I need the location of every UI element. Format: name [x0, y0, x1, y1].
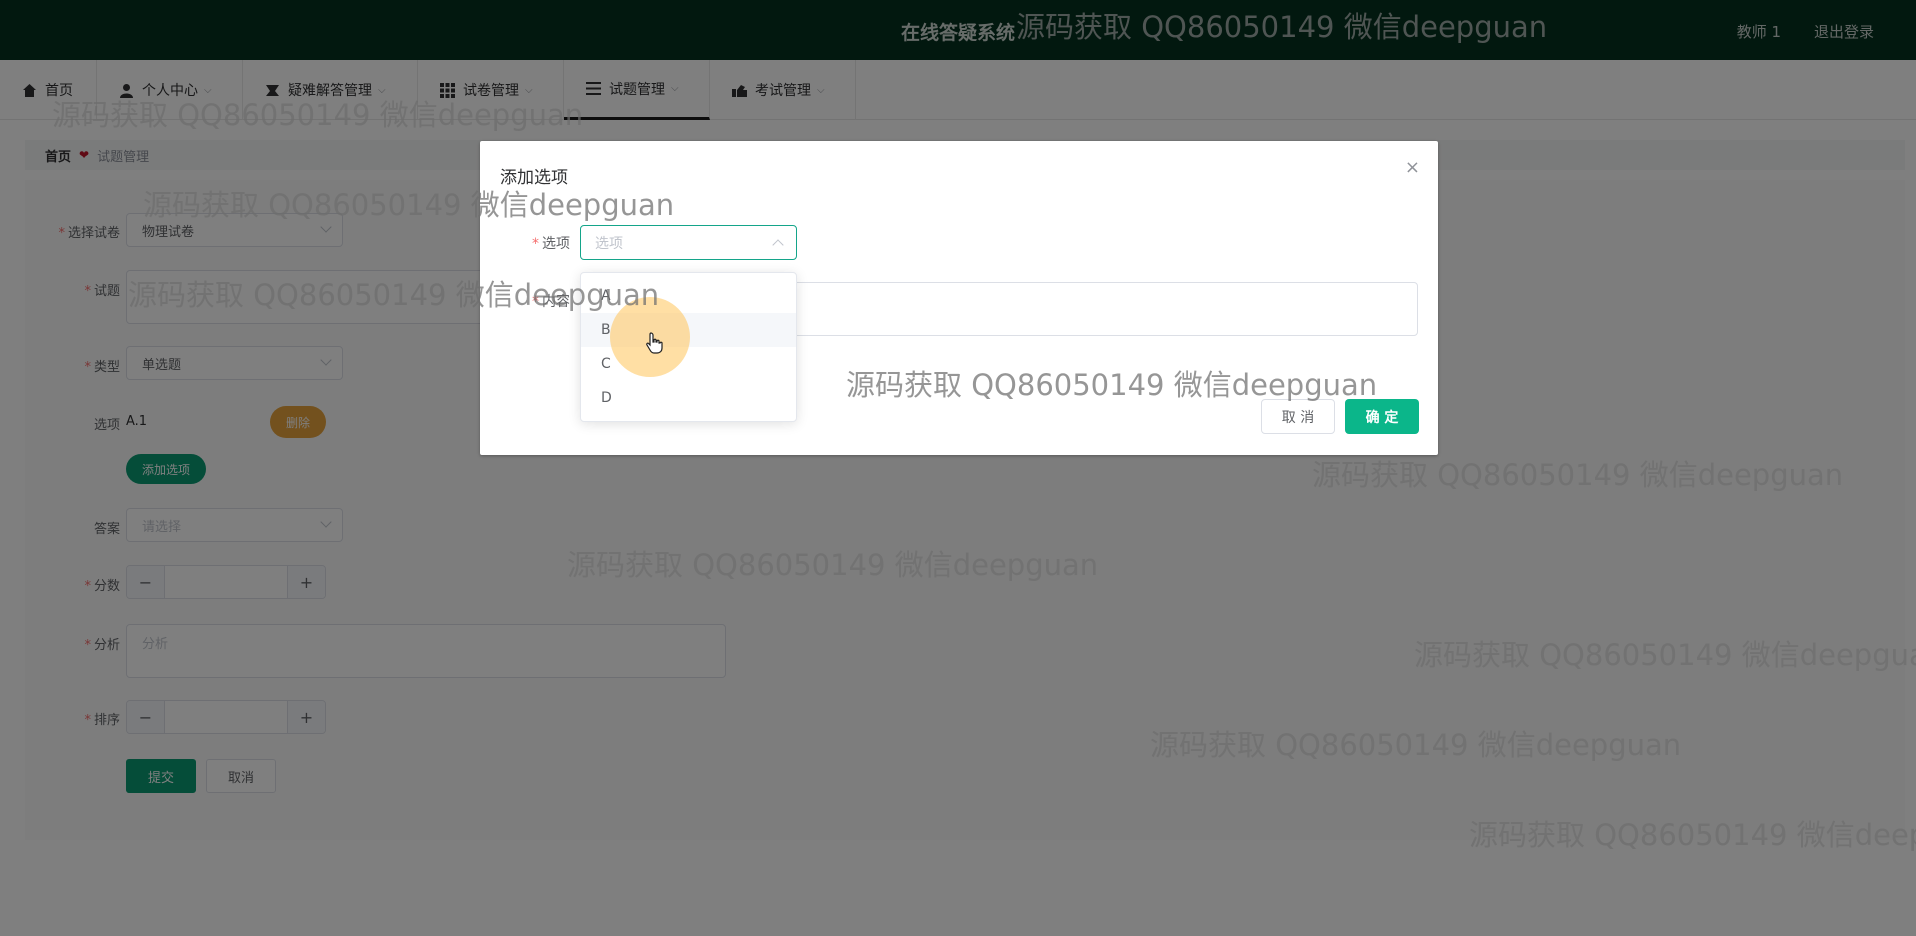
dialog-cancel-button[interactable]: 取 消 [1261, 399, 1335, 434]
watermark: 源码获取 QQ86050149 微信deepguan [1312, 458, 1844, 492]
close-icon[interactable]: × [1405, 157, 1420, 178]
dialog-option-label: * 选项 [532, 236, 570, 252]
watermark: 源码获取 QQ86050149 微信deepguan [1150, 728, 1682, 762]
dialog-confirm-button[interactable]: 确 定 [1345, 399, 1419, 434]
watermark: 源码获取 QQ86050149 微信deepguan [1414, 638, 1916, 672]
dialog-option-select[interactable]: 选项 [580, 225, 797, 260]
watermark: 源码获取 QQ86050149 微信deepguan [52, 98, 584, 132]
watermark: 源码获取 QQ86050149 微信deepguan [567, 548, 1099, 582]
watermark: 源码获取 QQ86050149 微信deepguan [1469, 818, 1916, 852]
dialog-option-placeholder: 选项 [595, 235, 623, 252]
watermark: 源码获取 QQ86050149 微信deepguan [1016, 10, 1548, 44]
watermark: 源码获取 QQ86050149 微信deepguan [846, 368, 1378, 402]
watermark: 源码获取 QQ86050149 微信deepguan [143, 188, 675, 222]
watermark: 源码获取 QQ86050149 微信deepguan [128, 278, 660, 312]
dropdown-item-d[interactable]: D [581, 381, 796, 415]
hand-cursor-icon [645, 332, 665, 354]
chevron-up-icon [772, 239, 784, 251]
